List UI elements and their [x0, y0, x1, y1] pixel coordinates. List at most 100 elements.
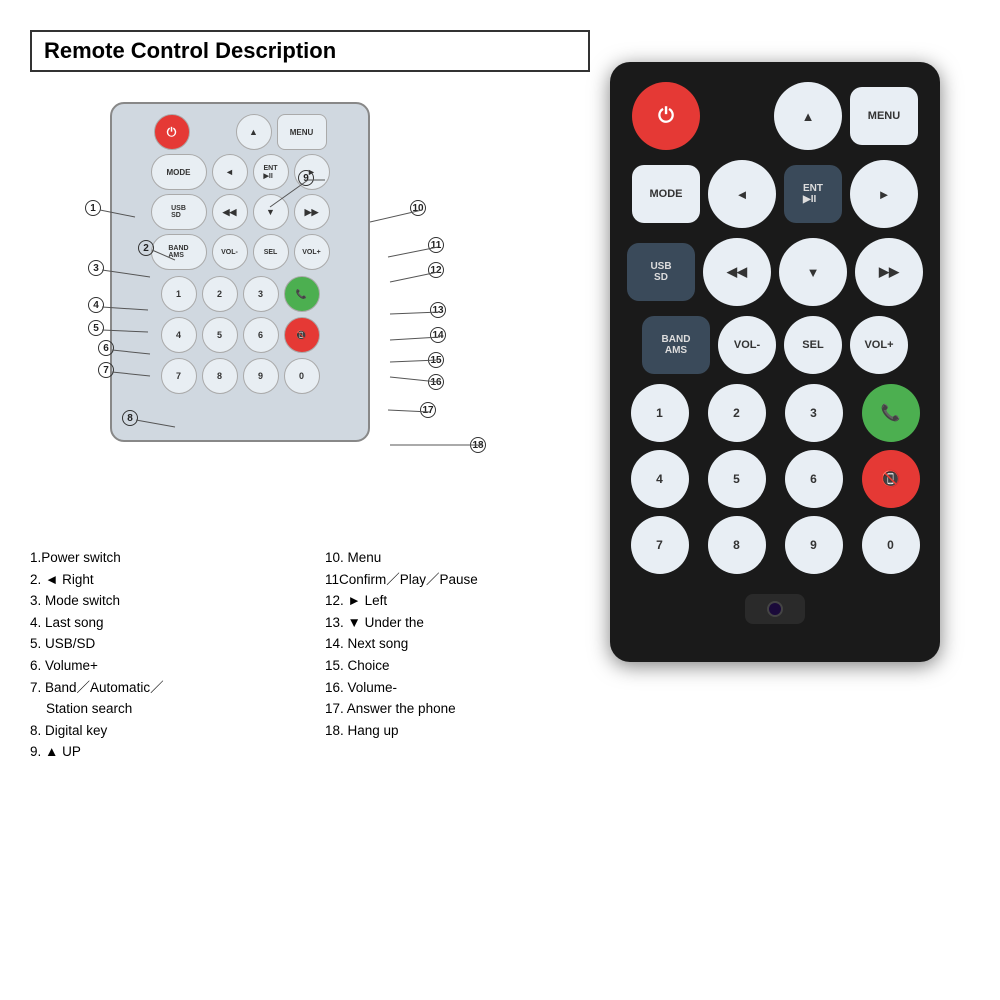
- remote-small-diagram: ⏻ ▲ MENU MODE ◄ ENT▶II ► USBSD: [110, 102, 370, 442]
- diag-btn-8[interactable]: 8: [202, 358, 238, 394]
- callout-3: 3: [88, 260, 104, 276]
- legend-item-15: 15. Choice: [325, 655, 590, 677]
- callout-7: 7: [98, 362, 114, 378]
- legend-item-10: 10. Menu: [325, 547, 590, 569]
- real-btn-1[interactable]: 1: [631, 384, 689, 442]
- diag-ent-btn[interactable]: ENT▶II: [253, 154, 289, 190]
- real-prev-btn[interactable]: ◀◀: [703, 238, 771, 306]
- real-btn-5[interactable]: 5: [708, 450, 766, 508]
- legend-item-7b: Station search: [30, 698, 295, 720]
- diag-btn-5[interactable]: 5: [202, 317, 238, 353]
- legend-item-3: 3. Mode switch: [30, 590, 295, 612]
- diag-down-btn[interactable]: ▼: [253, 194, 289, 230]
- real-volminus-btn[interactable]: VOL-: [718, 316, 776, 374]
- diag-menu-btn[interactable]: MENU: [277, 114, 327, 150]
- real-down-btn[interactable]: ▼: [779, 238, 847, 306]
- legend: 1.Power switch 2. ◄ Right 3. Mode switch…: [30, 547, 590, 763]
- diag-btn-9[interactable]: 9: [243, 358, 279, 394]
- real-ent-btn[interactable]: ENT▶II: [784, 165, 842, 223]
- remote-row-4: BANDAMS VOL- SEL VOL+: [625, 316, 925, 374]
- callout-5: 5: [88, 320, 104, 336]
- real-btn-4[interactable]: 4: [631, 450, 689, 508]
- diag-volplus-btn[interactable]: VOL+: [294, 234, 330, 270]
- real-btn-7[interactable]: 7: [631, 516, 689, 574]
- callout-18: 18: [470, 437, 486, 453]
- legend-item-1: 1.Power switch: [30, 547, 295, 569]
- remote-numpad: 1 2 3 📞 4 5 6 📵 7 8 9 0: [625, 384, 925, 574]
- legend-item-2: 2. ◄ Right: [30, 569, 295, 591]
- diag-numpad: 1 2 3 📞 4 5 6 📵 7 8 9 0: [161, 276, 320, 394]
- callout-2: 2: [138, 240, 154, 256]
- legend-item-13: 13. ▼ Under the: [325, 612, 590, 634]
- real-mode-btn[interactable]: MODE: [632, 165, 700, 223]
- callout-8: 8: [122, 410, 138, 426]
- diag-sel-btn[interactable]: SEL: [253, 234, 289, 270]
- diag-up-btn[interactable]: ▲: [236, 114, 272, 150]
- real-btn-3[interactable]: 3: [785, 384, 843, 442]
- left-panel: ⏻ ▲ MENU MODE ◄ ENT▶II ► USBSD: [30, 92, 590, 980]
- diag-btn-2[interactable]: 2: [202, 276, 238, 312]
- diag-next-btn[interactable]: ▶▶: [294, 194, 330, 230]
- real-btn-8[interactable]: 8: [708, 516, 766, 574]
- real-btn-0[interactable]: 0: [862, 516, 920, 574]
- legend-item-5: 5. USB/SD: [30, 633, 295, 655]
- real-btn-6[interactable]: 6: [785, 450, 843, 508]
- diag-btn-7[interactable]: 7: [161, 358, 197, 394]
- callout-16: 16: [428, 374, 444, 390]
- real-btn-9[interactable]: 9: [785, 516, 843, 574]
- legend-item-14: 14. Next song: [325, 633, 590, 655]
- diag-usbsd-btn[interactable]: USBSD: [151, 194, 207, 230]
- diag-btn-0[interactable]: 0: [284, 358, 320, 394]
- legend-item-7: 7. Band／Automatic／: [30, 677, 295, 699]
- diag-btn-6[interactable]: 6: [243, 317, 279, 353]
- real-btn-hangup[interactable]: 📵: [862, 450, 920, 508]
- real-nextsong-btn[interactable]: ▶▶: [855, 238, 923, 306]
- legend-item-18: 18. Hang up: [325, 720, 590, 742]
- diag-mode-btn[interactable]: MODE: [151, 154, 207, 190]
- real-volplus-btn[interactable]: VOL+: [850, 316, 908, 374]
- callout-4: 4: [88, 297, 104, 313]
- real-menu-btn[interactable]: MENU: [850, 87, 918, 145]
- diag-btn-call[interactable]: 📞: [284, 276, 320, 312]
- real-sel-btn[interactable]: SEL: [784, 316, 842, 374]
- page-title: Remote Control Description: [30, 30, 590, 72]
- real-up-btn[interactable]: ▲: [774, 82, 842, 150]
- diag-btn-hangup[interactable]: 📵: [284, 317, 320, 353]
- real-usbsd-btn[interactable]: USBSD: [627, 243, 695, 301]
- legend-item-9: 9. ▲ UP: [30, 741, 295, 763]
- legend-item-12: 12. ► Left: [325, 590, 590, 612]
- diag-power-btn[interactable]: ⏻: [154, 114, 190, 150]
- real-power-btn[interactable]: ⏻: [632, 82, 700, 150]
- remote-row-3: USBSD ◀◀ ▼ ▶▶: [625, 238, 925, 306]
- diag-btn-4[interactable]: 4: [161, 317, 197, 353]
- real-band-btn[interactable]: BANDAMS: [642, 316, 710, 374]
- callout-10: 10: [410, 200, 426, 216]
- callout-15: 15: [428, 352, 444, 368]
- callout-17: 17: [420, 402, 436, 418]
- callout-11: 11: [428, 237, 444, 253]
- remote-row-1: ⏻ ▲ MENU: [625, 82, 925, 150]
- legend-item-11: 11Confirm／Play／Pause: [325, 569, 590, 591]
- ir-emitter-area: [625, 594, 925, 624]
- legend-item-4: 4. Last song: [30, 612, 295, 634]
- real-right-btn[interactable]: ►: [850, 160, 918, 228]
- diag-left-btn[interactable]: ◄: [212, 154, 248, 190]
- legend-item-6: 6. Volume+: [30, 655, 295, 677]
- callout-9: 9: [298, 170, 314, 186]
- diag-btn-3[interactable]: 3: [243, 276, 279, 312]
- diag-band-btn[interactable]: BANDAMS: [151, 234, 207, 270]
- callout-12: 12: [428, 262, 444, 278]
- callout-14: 14: [430, 327, 446, 343]
- diag-prev-btn[interactable]: ◀◀: [212, 194, 248, 230]
- legend-item-17: 17. Answer the phone: [325, 698, 590, 720]
- real-btn-call[interactable]: 📞: [862, 384, 920, 442]
- legend-item-8: 8. Digital key: [30, 720, 295, 742]
- real-btn-2[interactable]: 2: [708, 384, 766, 442]
- ir-emitter: [745, 594, 805, 624]
- remote-real: ⏻ ▲ MENU MODE ◄ ENT▶II ► USBSD ◀◀ ▼ ▶▶ B: [610, 62, 940, 662]
- diag-volminus-btn[interactable]: VOL-: [212, 234, 248, 270]
- real-left-btn[interactable]: ◄: [708, 160, 776, 228]
- diag-btn-1[interactable]: 1: [161, 276, 197, 312]
- callout-6: 6: [98, 340, 114, 356]
- remote-row-2: MODE ◄ ENT▶II ►: [625, 160, 925, 228]
